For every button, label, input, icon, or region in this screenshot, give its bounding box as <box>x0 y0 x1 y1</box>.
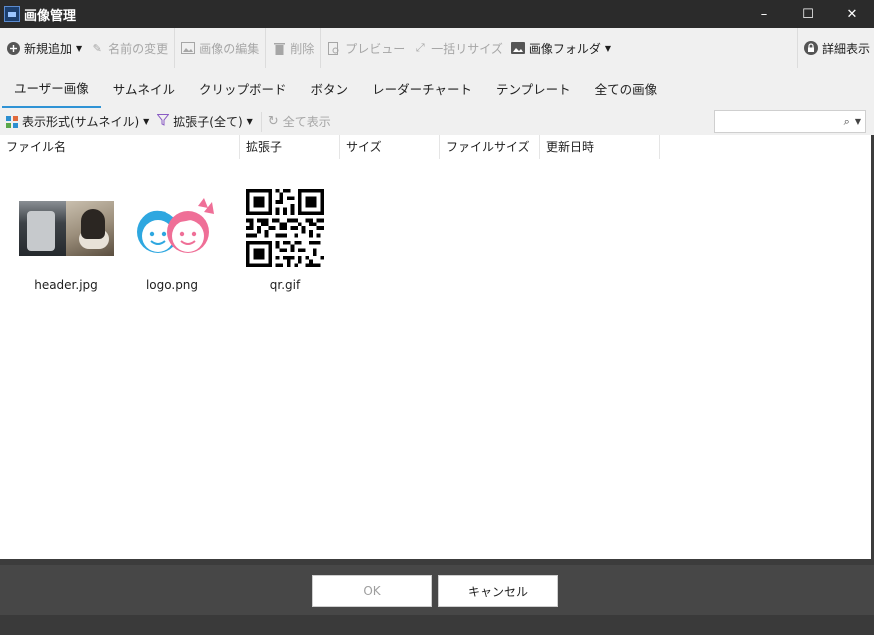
tab-0[interactable]: ユーザー画像 <box>2 68 101 108</box>
details-button[interactable]: 詳細表示 <box>800 28 874 68</box>
image-folder-label: 画像フォルダ <box>528 41 601 56</box>
file-list-area[interactable]: ファイル名 拡張子 サイズ ファイルサイズ 更新日時 header.jpg lo… <box>0 135 871 559</box>
batch-resize-button[interactable]: ⤢ 一括リサイズ <box>409 28 507 68</box>
toolbar: 新規追加 ▼ ✎ 名前の変更 画像の編集 削除 プレビュー ⤢ 一括リサイズ 画… <box>0 28 874 68</box>
edit-image-label: 画像の編集 <box>199 41 260 56</box>
chevron-down-icon: ▼ <box>604 43 612 53</box>
plus-circle-icon <box>6 41 20 55</box>
rename-label: 名前の変更 <box>108 41 169 56</box>
rename-button[interactable]: ✎ 名前の変更 <box>86 28 172 68</box>
ok-button[interactable]: OK <box>312 575 432 607</box>
preview-button[interactable]: プレビュー <box>323 28 409 68</box>
file-item-header[interactable]: header.jpg <box>6 183 126 303</box>
tab-5[interactable]: テンプレート <box>484 68 583 108</box>
show-all-label: 全て表示 <box>282 115 331 129</box>
delete-label: 削除 <box>290 41 315 56</box>
tab-6[interactable]: 全ての画像 <box>583 68 670 108</box>
view-options-bar: 表示形式(サムネイル) ▼ 拡張子(全て) ▼ ↻ 全て表示 ⌕ ▼ <box>0 108 874 135</box>
file-name: qr.gif <box>269 278 301 292</box>
show-all-button[interactable]: ↻ 全て表示 <box>268 113 331 130</box>
window-title: 画像管理 <box>24 8 77 24</box>
column-size[interactable]: サイズ <box>340 135 440 159</box>
toolbar-right: 詳細表示 <box>795 28 874 68</box>
refresh-icon: ↻ <box>267 114 279 129</box>
tab-2[interactable]: クリップボード <box>187 68 299 108</box>
folder-image-icon <box>510 41 525 55</box>
lock-icon <box>803 41 818 55</box>
tab-strip: ユーザー画像 サムネイル クリップボード ボタン レーダーチャート テンプレート 全ての画像 <box>0 68 874 108</box>
column-filename[interactable]: ファイル名 <box>0 135 240 159</box>
column-headers: ファイル名 拡張子 サイズ ファイルサイズ 更新日時 <box>0 135 871 159</box>
cancel-button[interactable]: キャンセル <box>438 575 558 607</box>
file-item-qr[interactable]: qr.gif <box>225 183 345 303</box>
grid-view-icon <box>6 115 18 128</box>
search-input[interactable] <box>715 112 825 131</box>
toolbar-divider <box>265 28 267 68</box>
trash-icon <box>272 41 286 55</box>
window-controls: – ☐ ✕ <box>742 0 874 28</box>
toolbar-divider <box>796 28 798 68</box>
tab-1[interactable]: サムネイル <box>101 68 187 108</box>
new-add-label: 新規追加 <box>24 41 73 56</box>
maximize-button[interactable]: ☐ <box>786 0 830 28</box>
extension-filter-dropdown[interactable]: 拡張子(全て) ▼ <box>156 113 253 130</box>
file-name: header.jpg <box>34 278 98 292</box>
column-filesize[interactable]: ファイルサイズ <box>440 135 540 159</box>
tab-3[interactable]: ボタン <box>299 68 361 108</box>
minimize-button[interactable]: – <box>742 0 786 28</box>
file-item-logo[interactable]: logo.png <box>112 183 232 303</box>
toolbar-divider <box>174 28 176 68</box>
preview-icon <box>327 41 341 55</box>
pencil-icon: ✎ <box>92 41 102 55</box>
kids-logo-thumbnail <box>112 183 232 273</box>
edit-image-button[interactable]: 画像の編集 <box>177 28 263 68</box>
extension-filter-label: 拡張子(全て) <box>173 115 243 129</box>
search-icon[interactable]: ⌕ <box>844 115 850 129</box>
title-bar: 画像管理 – ☐ ✕ <box>0 0 874 28</box>
filter-icon <box>156 114 170 129</box>
app-icon <box>4 6 20 22</box>
chevron-down-icon[interactable]: ▼ <box>76 44 82 53</box>
display-mode-dropdown[interactable]: 表示形式(サムネイル) ▼ <box>6 113 149 130</box>
image-folder-button[interactable]: 画像フォルダ ▼ <box>507 28 615 68</box>
bottom-strip <box>0 615 874 635</box>
new-add-button[interactable]: 新規追加 ▼ <box>2 28 86 68</box>
delete-button[interactable]: 削除 <box>268 28 318 68</box>
view-divider <box>260 111 262 132</box>
photo-thumbnail <box>6 183 126 273</box>
dialog-footer: OK キャンセル <box>0 565 874 615</box>
tab-4[interactable]: レーダーチャート <box>360 68 484 108</box>
toolbar-divider <box>320 28 322 68</box>
preview-label: プレビュー <box>345 41 406 56</box>
details-label: 詳細表示 <box>821 41 870 56</box>
display-mode-label: 表示形式(サムネイル) <box>22 115 140 129</box>
search-box[interactable]: ⌕ ▼ <box>714 110 866 133</box>
image-edit-icon <box>181 41 196 55</box>
batch-resize-label: 一括リサイズ <box>431 41 503 56</box>
file-name: logo.png <box>145 278 199 292</box>
resize-arrows-icon: ⤢ <box>415 41 425 54</box>
chevron-down-icon: ▼ <box>143 117 150 126</box>
close-button[interactable]: ✕ <box>830 0 874 28</box>
qr-code-thumbnail <box>225 183 345 273</box>
column-extension[interactable]: 拡張子 <box>240 135 340 159</box>
column-modified[interactable]: 更新日時 <box>540 135 660 159</box>
chevron-down-icon[interactable]: ▼ <box>855 117 861 126</box>
chevron-down-icon: ▼ <box>246 117 253 126</box>
